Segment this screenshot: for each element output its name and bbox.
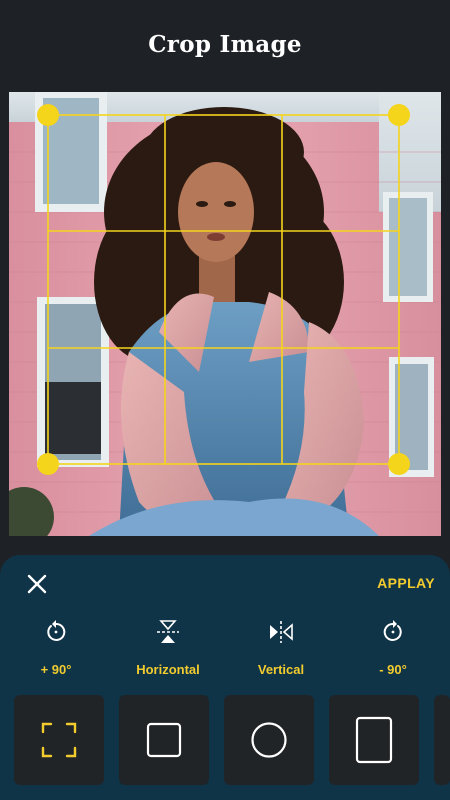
circle-crop-button[interactable]: [224, 695, 314, 785]
apply-button[interactable]: APPLAY: [377, 575, 435, 591]
circle-icon: [251, 722, 287, 758]
rotate-right-label: - 90°: [379, 662, 407, 677]
crop-handle-bottom-left[interactable]: [37, 453, 59, 475]
photo-preview[interactable]: [9, 92, 441, 536]
crop-handle-top-left[interactable]: [37, 104, 59, 126]
portrait-crop-button[interactable]: [329, 695, 419, 785]
square-icon: [146, 722, 182, 758]
rectangle-icon: [355, 716, 393, 764]
rotate-left-label: + 90°: [40, 662, 72, 677]
rotate-right-button[interactable]: - 90°: [343, 617, 443, 687]
rotate-left-icon: [47, 620, 66, 641]
page-title: Crop Image: [148, 30, 302, 58]
flip-vertical-button[interactable]: Vertical: [231, 617, 331, 687]
close-icon: [27, 574, 47, 594]
flip-horizontal-icon: [157, 620, 179, 643]
rotate-left-button[interactable]: + 90°: [6, 617, 106, 687]
transform-tools: + 90° Horizontal Vertical - 90°: [0, 617, 450, 687]
header: Crop Image: [0, 0, 450, 88]
square-crop-button[interactable]: [119, 695, 209, 785]
crop-handle-top-right[interactable]: [388, 104, 410, 126]
crop-shape-selector: [0, 695, 450, 787]
flip-horizontal-label: Horizontal: [136, 662, 200, 677]
flip-horizontal-button[interactable]: Horizontal: [118, 617, 218, 687]
edit-panel: APPLAY + 90° Horizontal Vertical - 90°: [0, 555, 450, 800]
photo-canvas: [9, 92, 441, 536]
rotate-right-icon: [383, 620, 402, 641]
crop-corners-icon: [41, 722, 77, 758]
crop-handle-bottom-right[interactable]: [388, 453, 410, 475]
photo-face: [178, 162, 254, 262]
more-crop-shapes[interactable]: [434, 695, 450, 785]
freeform-crop-button[interactable]: [14, 695, 104, 785]
flip-vertical-label: Vertical: [257, 662, 305, 677]
close-button[interactable]: [24, 571, 50, 597]
flip-vertical-icon: [270, 621, 293, 643]
